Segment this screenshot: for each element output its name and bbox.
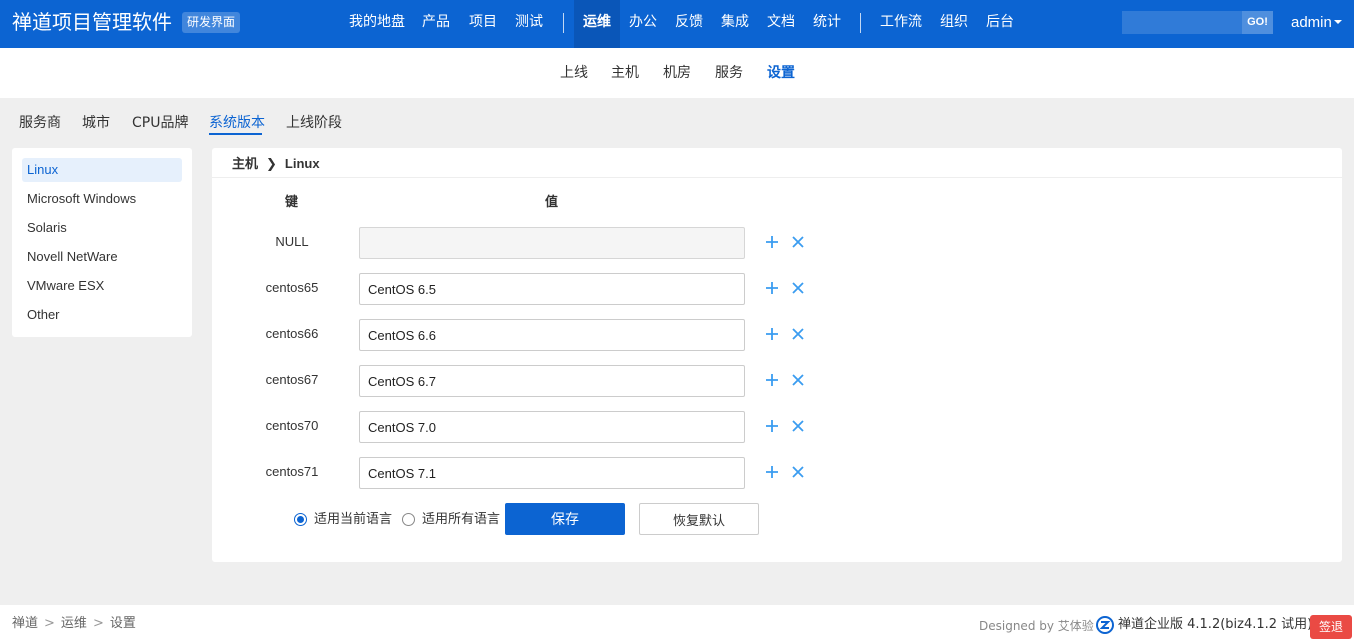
- plus-icon[interactable]: [764, 372, 780, 388]
- nav-divider: [563, 13, 564, 33]
- nav-admin[interactable]: 后台: [977, 0, 1023, 48]
- radio-label: 适用当前语言: [314, 512, 393, 527]
- restore-default-button[interactable]: 恢复默认: [639, 503, 759, 535]
- nav-qa[interactable]: 测试: [506, 0, 552, 48]
- footer-crumb-settings: 设置: [109, 616, 136, 631]
- active-tab-indicator: [209, 133, 262, 135]
- plus-icon[interactable]: [764, 418, 780, 434]
- subnav-host[interactable]: 主机: [611, 64, 639, 82]
- crumb-separator: >: [44, 616, 55, 631]
- subnav-settings[interactable]: 设置: [767, 64, 795, 82]
- top-navbar: 禅道项目管理软件 研发界面 我的地盘 产品 项目 测试 运维 办公 反馈 集成 …: [0, 0, 1354, 48]
- save-button[interactable]: 保存: [505, 503, 625, 535]
- row-key: centos66: [265, 326, 319, 341]
- nav-company[interactable]: 组织: [931, 0, 977, 48]
- breadcrumb: 主机 ❯ Linux: [232, 154, 320, 174]
- nav-office[interactable]: 办公: [620, 0, 666, 48]
- nav-divider: [860, 13, 861, 33]
- footer-breadcrumb: 禅道 > 运维 > 设置: [12, 616, 136, 632]
- row-value-input[interactable]: [359, 365, 745, 397]
- nav-workflow[interactable]: 工作流: [872, 0, 930, 48]
- close-icon[interactable]: [790, 418, 806, 434]
- row-value-input[interactable]: [359, 273, 745, 305]
- app-title[interactable]: 禅道项目管理软件: [12, 10, 172, 34]
- radio-label: 适用所有语言: [422, 512, 501, 527]
- close-icon[interactable]: [790, 326, 806, 342]
- side-item-netware[interactable]: Novell NetWare: [22, 245, 182, 269]
- close-icon[interactable]: [790, 280, 806, 296]
- row-value-input[interactable]: [359, 319, 745, 351]
- close-icon[interactable]: [790, 234, 806, 250]
- value-column-header: 值: [545, 195, 559, 210]
- designed-by-text[interactable]: Designed by 艾体验: [979, 618, 1094, 634]
- username: admin: [1291, 14, 1332, 31]
- module-subnav: 上线 主机 机房 服务 设置: [0, 48, 1354, 98]
- tab-city[interactable]: 城市: [82, 114, 110, 132]
- interface-mode-badge[interactable]: 研发界面: [182, 12, 241, 33]
- settings-panel: 主机 ❯ Linux 键 值 NULL centos65 centos66 cent…: [212, 148, 1342, 562]
- breadcrumb-current: Linux: [284, 156, 320, 171]
- version-info[interactable]: 禅道企业版 4.1.2(biz4.1.2 试用): [1118, 617, 1312, 633]
- signout-button[interactable]: 签退: [1310, 615, 1352, 639]
- side-item-vmware[interactable]: VMware ESX: [22, 274, 182, 298]
- row-key: centos65: [265, 280, 319, 295]
- tab-stage[interactable]: 上线阶段: [286, 114, 342, 132]
- chevron-right-icon: ❯: [266, 156, 277, 171]
- row-key: centos70: [265, 418, 319, 433]
- row-key: centos71: [265, 464, 319, 479]
- nav-integration[interactable]: 集成: [712, 0, 758, 48]
- footer-crumb-ops[interactable]: 运维: [61, 616, 87, 631]
- row-value-input[interactable]: [359, 457, 745, 489]
- radio-checked-icon: [294, 513, 307, 526]
- user-menu[interactable]: admin: [1291, 12, 1342, 34]
- row-key: centos67: [265, 372, 319, 387]
- plus-icon[interactable]: [764, 280, 780, 296]
- side-item-solaris[interactable]: Solaris: [22, 216, 182, 240]
- row-key: NULL: [275, 234, 309, 249]
- divider: [212, 177, 1342, 178]
- radio-unchecked-icon: [402, 513, 415, 526]
- nav-feedback[interactable]: 反馈: [666, 0, 712, 48]
- footer: 禅道 > 运维 > 设置 Designed by 艾体验 禅道企业版 4.1.2(biz…: [0, 605, 1354, 643]
- side-item-linux[interactable]: Linux: [22, 158, 182, 182]
- nav-product[interactable]: 产品: [413, 0, 459, 48]
- row-value-input: [359, 227, 745, 259]
- subnav-service[interactable]: 服务: [715, 64, 743, 82]
- side-item-windows[interactable]: Microsoft Windows: [22, 187, 182, 211]
- nav-ops[interactable]: 运维: [574, 0, 620, 48]
- caret-down-icon: [1333, 20, 1342, 25]
- key-column-header: 键: [285, 195, 299, 210]
- search-button[interactable]: GO!: [1242, 11, 1273, 34]
- tab-cpu-brand[interactable]: CPU品牌: [132, 114, 188, 132]
- radio-all-languages[interactable]: 适用所有语言: [402, 512, 502, 528]
- side-item-other[interactable]: Other: [22, 303, 182, 327]
- plus-icon[interactable]: [764, 326, 780, 342]
- crumb-separator: >: [92, 616, 104, 631]
- plus-icon[interactable]: [764, 464, 780, 480]
- nav-report[interactable]: 统计: [804, 0, 850, 48]
- nav-my[interactable]: 我的地盘: [343, 0, 411, 48]
- search-input[interactable]: [1122, 11, 1242, 34]
- radio-current-language[interactable]: 适用当前语言: [294, 512, 398, 528]
- tab-provider[interactable]: 服务商: [19, 114, 61, 132]
- subnav-deploy[interactable]: 上线: [560, 64, 588, 82]
- nav-project[interactable]: 项目: [460, 0, 506, 48]
- os-list-panel: Linux Microsoft Windows Solaris Novell N…: [12, 148, 192, 337]
- subnav-serverroom[interactable]: 机房: [663, 64, 691, 82]
- nav-doc[interactable]: 文档: [758, 0, 804, 48]
- plus-icon[interactable]: [764, 234, 780, 250]
- close-icon[interactable]: [790, 372, 806, 388]
- close-icon[interactable]: [790, 464, 806, 480]
- row-value-input[interactable]: [359, 411, 745, 443]
- zentao-logo-icon: [1096, 616, 1114, 634]
- footer-crumb-home[interactable]: 禅道: [12, 616, 38, 631]
- breadcrumb-host[interactable]: 主机: [232, 156, 258, 171]
- tab-os-version[interactable]: 系统版本: [209, 114, 265, 132]
